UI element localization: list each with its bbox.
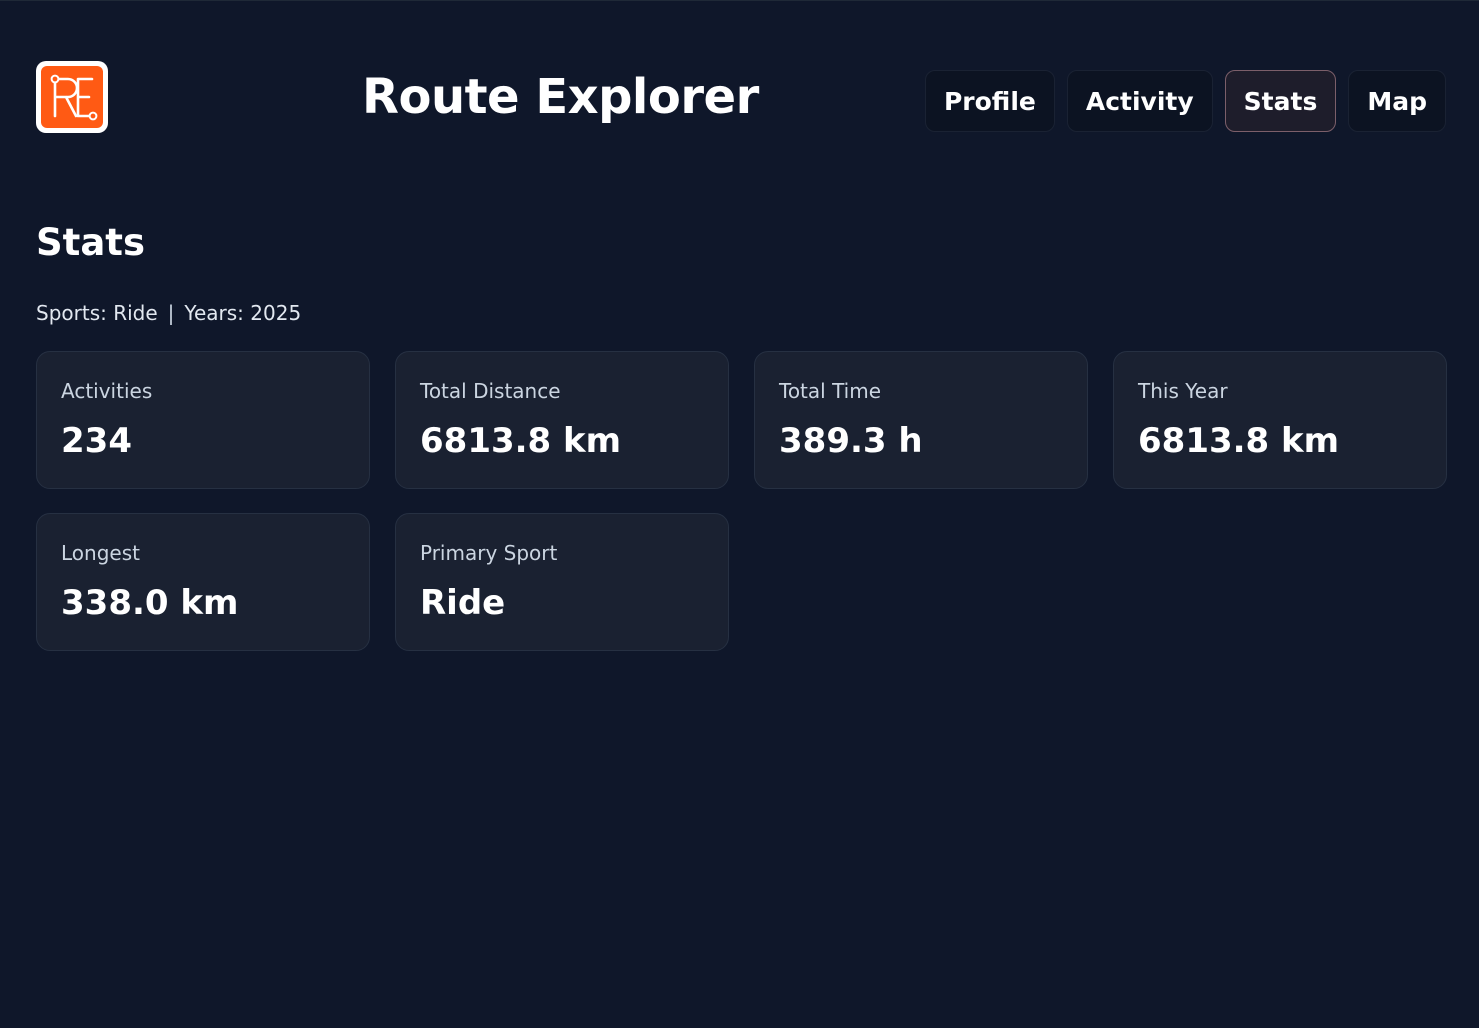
stat-value: 6813.8 km	[420, 421, 622, 461]
stat-value: 389.3 h	[779, 421, 923, 461]
filter-summary: Sports: Ride | Years: 2025	[36, 299, 301, 327]
nav-tab-activity[interactable]: Activity	[1066, 70, 1213, 132]
stat-value: 338.0 km	[61, 583, 239, 623]
route-explorer-logo-icon	[41, 66, 103, 128]
stat-label: Primary Sport	[420, 541, 558, 565]
sports-filter: Sports: Ride	[36, 301, 158, 325]
app-logo[interactable]	[36, 61, 108, 133]
stat-label: Total Time	[779, 379, 882, 403]
stat-label: Activities	[61, 379, 153, 403]
stat-label: This Year	[1138, 379, 1228, 403]
filter-separator: |	[167, 301, 175, 325]
main-nav: Profile Activity Stats Map	[924, 70, 1446, 132]
stat-card-total-distance: Total Distance 6813.8 km	[395, 351, 729, 489]
stat-label: Total Distance	[420, 379, 561, 403]
stat-card-total-time: Total Time 389.3 h	[754, 351, 1088, 489]
years-filter: Years: 2025	[184, 301, 302, 325]
page-title: Stats	[36, 221, 146, 264]
nav-tab-stats[interactable]: Stats	[1224, 70, 1337, 132]
stat-value: 234	[61, 421, 132, 461]
stat-value: Ride	[420, 583, 506, 623]
stat-card-activities: Activities 234	[36, 351, 370, 489]
stat-label: Longest	[61, 541, 140, 565]
stats-grid: Activities 234 Total Distance 6813.8 km …	[36, 351, 1447, 651]
stat-card-primary-sport: Primary Sport Ride	[395, 513, 729, 651]
stat-value: 6813.8 km	[1138, 421, 1340, 461]
app-title: Route Explorer	[362, 69, 759, 125]
stat-card-longest: Longest 338.0 km	[36, 513, 370, 651]
nav-tab-profile[interactable]: Profile	[924, 70, 1055, 132]
app-header: Route Explorer Profile Activity Stats Ma…	[36, 61, 1446, 133]
nav-tab-map[interactable]: Map	[1348, 70, 1446, 132]
stat-card-this-year: This Year 6813.8 km	[1113, 351, 1447, 489]
